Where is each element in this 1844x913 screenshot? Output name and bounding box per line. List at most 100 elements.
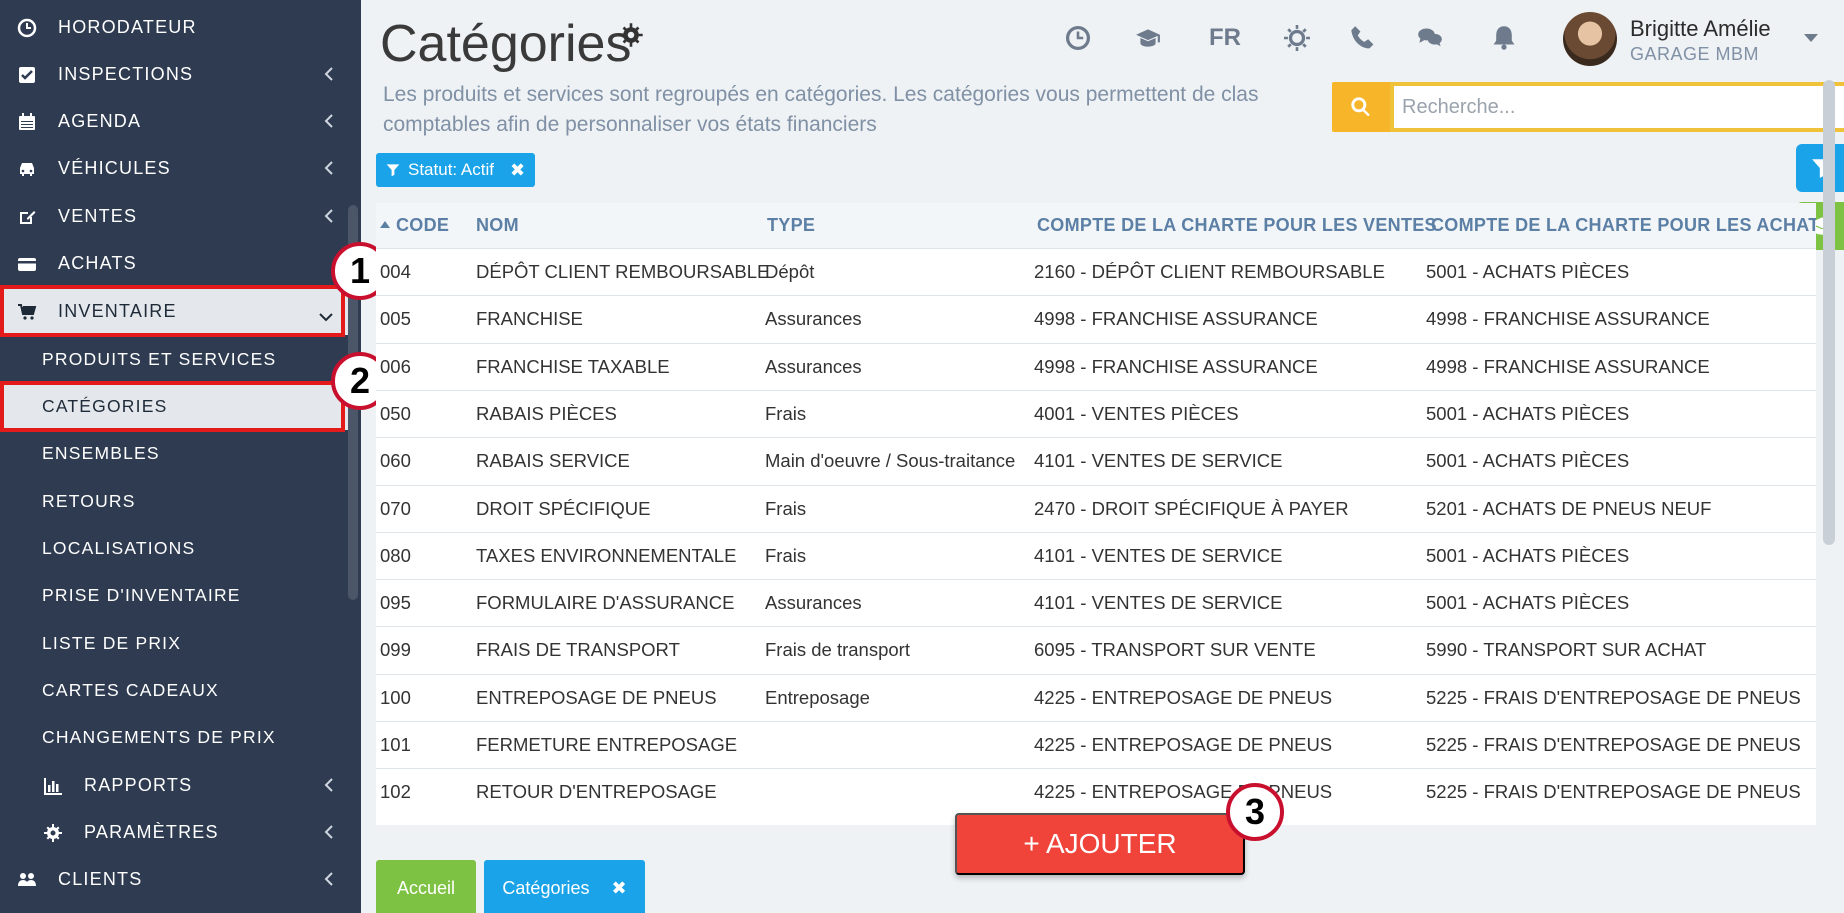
cell-compte-achats: 4998 - FRANCHISE ASSURANCE: [1426, 355, 1710, 377]
status-filter-chip[interactable]: Statut: Actif ✖: [376, 153, 536, 187]
column-header-nom[interactable]: NOM: [476, 215, 519, 236]
sidebar-item-label: RAPPORTS: [84, 775, 193, 795]
close-icon[interactable]: ✖: [611, 878, 626, 899]
search-input[interactable]: [1390, 82, 1844, 132]
cell-type: Assurances: [765, 592, 862, 614]
search-button[interactable]: [1332, 82, 1390, 132]
cell-compte-achats: 4998 - FRANCHISE ASSURANCE: [1426, 308, 1710, 330]
sidebar-item-parametres[interactable]: PARAMÈTRES: [0, 809, 352, 856]
sidebar-item-cartes-cadeaux[interactable]: CARTES CADEAUX: [0, 667, 352, 714]
cell-compte-achats: 5001 - ACHATS PIÈCES: [1426, 544, 1630, 566]
categories-table: CODE NOM TYPE COMPTE DE LA CHARTE POUR L…: [376, 203, 1816, 825]
language-selector[interactable]: FR: [1209, 24, 1241, 52]
table-row[interactable]: 004 DÉPÔT CLIENT REMBOURSABLE Dépôt 2160 - …: [376, 248, 1816, 295]
cell-compte-ventes: 6095 - TRANSPORT SUR VENTE: [1034, 639, 1316, 661]
sidebar-item-prise-inventaire[interactable]: PRISE D'INVENTAIRE: [0, 572, 352, 619]
table-row[interactable]: 095 FORMULAIRE D'ASSURANCE Assurances 4101 …: [376, 579, 1816, 626]
sidebar-item-label: RETOURS: [42, 491, 136, 511]
gear-icon[interactable]: [618, 22, 644, 48]
table-row[interactable]: 070 DROIT SPÉCIFIQUE Frais 2470 - DROIT SPÉ…: [376, 484, 1816, 532]
column-header-compte-achats[interactable]: COMPTE DE LA CHARTE POUR LES ACHAT: [1431, 215, 1816, 236]
cell-nom: RETOUR D'ENTREPOSAGE: [476, 781, 717, 803]
column-header-compte-ventes[interactable]: COMPTE DE LA CHARTE POUR LES VENTES: [1037, 215, 1437, 236]
bell-icon[interactable]: [1490, 24, 1518, 52]
chat-icon[interactable]: [1416, 24, 1444, 52]
cell-code: 070: [380, 497, 411, 519]
page-scrollbar[interactable]: [1823, 80, 1835, 545]
sidebar-item-label: CHANGEMENTS DE PRIX: [42, 727, 276, 747]
sidebar-item-label: ENSEMBLES: [42, 443, 160, 463]
sidebar-item-inspections[interactable]: INSPECTIONS: [0, 51, 352, 98]
sidebar-item-label: CLIENTS: [58, 869, 143, 889]
cell-code: 004: [380, 261, 411, 282]
sidebar-item-ensembles[interactable]: ENSEMBLES: [0, 430, 352, 477]
cell-nom: DROIT SPÉCIFIQUE: [476, 497, 651, 519]
sun-icon[interactable]: [1283, 24, 1311, 52]
table-row[interactable]: 101 FERMETURE ENTREPOSAGE 4225 - ENTREPOSA…: [376, 721, 1816, 768]
cell-nom: FORMULAIRE D'ASSURANCE: [476, 592, 735, 614]
table-row[interactable]: 102 RETOUR D'ENTREPOSAGE 4225 - ENTREPOSAG…: [376, 768, 1816, 815]
sidebar-item-localisations[interactable]: LOCALISATIONS: [0, 525, 352, 572]
sidebar-item-changements-prix[interactable]: CHANGEMENTS DE PRIX: [0, 714, 352, 761]
table-row[interactable]: 006 FRANCHISE TAXABLE Assurances 4998 - FRA…: [376, 342, 1816, 390]
table-row[interactable]: 100 ENTREPOSAGE DE PNEUS Entreposage 4225 -…: [376, 673, 1816, 721]
chevron-left-icon: [324, 65, 334, 83]
cell-compte-ventes: 4001 - VENTES PIÈCES: [1034, 402, 1239, 424]
table-header: CODE NOM TYPE COMPTE DE LA CHARTE POUR L…: [376, 203, 1816, 248]
add-button[interactable]: + AJOUTER: [955, 813, 1245, 875]
page-title: Catégories: [380, 15, 632, 73]
sidebar-item-clients[interactable]: CLIENTS: [0, 856, 352, 903]
table-row[interactable]: 099 FRAIS DE TRANSPORT Frais de transport 6…: [376, 626, 1816, 673]
tab-accueil[interactable]: Accueil: [376, 860, 476, 913]
annotation-badge-3: 3: [1226, 783, 1284, 841]
credit-card-icon: [16, 253, 38, 275]
cell-code: 005: [380, 308, 411, 330]
sidebar-item-label: PARAMÈTRES: [84, 822, 219, 842]
sidebar-item-label: VÉHICULES: [58, 158, 171, 178]
cell-code: 101: [380, 734, 411, 755]
sidebar-item-label: ACHATS: [58, 253, 137, 273]
column-header-code[interactable]: CODE: [380, 215, 449, 236]
sidebar-item-label: PRISE D'INVENTAIRE: [42, 585, 241, 605]
sidebar-item-rapports[interactable]: RAPPORTS: [0, 762, 352, 809]
caret-down-icon[interactable]: [1804, 34, 1818, 42]
page-description-line2: comptables afin de personnaliser vos éta…: [383, 113, 877, 136]
table-row[interactable]: 080 TAXES ENVIRONNEMENTALE Frais 4101 - VEN…: [376, 531, 1816, 579]
cell-type: Main d'oeuvre / Sous-traitance: [765, 450, 1016, 472]
tab-categories[interactable]: Catégories ✖: [484, 860, 645, 913]
cell-code: 102: [380, 781, 411, 803]
sidebar: HORODATEUR INSPECTIONS AGENDA VÉHICULES …: [0, 0, 361, 913]
sidebar-item-vehicules[interactable]: VÉHICULES: [0, 145, 352, 192]
filter-panel-button[interactable]: [1796, 144, 1844, 192]
user-name[interactable]: Brigitte Amélie: [1630, 16, 1771, 42]
close-icon[interactable]: ✖: [510, 160, 525, 181]
cell-code: 006: [380, 355, 411, 377]
graduation-cap-icon[interactable]: [1134, 24, 1162, 52]
cell-code: 099: [380, 639, 411, 661]
avatar[interactable]: [1563, 12, 1617, 66]
column-header-type[interactable]: TYPE: [767, 215, 815, 236]
sidebar-item-liste-prix[interactable]: LISTE DE PRIX: [0, 620, 352, 667]
table-row[interactable]: 005 FRANCHISE Assurances 4998 - FRANCHISE A…: [376, 295, 1816, 342]
cell-compte-achats: 5225 - FRAIS D'ENTREPOSAGE DE PNEUS: [1426, 686, 1801, 708]
clock-icon[interactable]: [1064, 24, 1092, 52]
sidebar-item-agenda[interactable]: AGENDA: [0, 98, 352, 145]
sidebar-item-achats[interactable]: ACHATS: [0, 240, 352, 287]
cell-type: Assurances: [765, 308, 862, 330]
cell-compte-achats: 5201 - ACHATS DE PNEUS NEUF: [1426, 497, 1712, 519]
sidebar-item-retours[interactable]: RETOURS: [0, 478, 352, 525]
sidebar-item-label: LISTE DE PRIX: [42, 633, 182, 653]
sidebar-item-produits-services[interactable]: PRODUITS ET SERVICES: [0, 336, 352, 383]
sidebar-item-horodateur[interactable]: HORODATEUR: [0, 4, 352, 51]
cell-nom: TAXES ENVIRONNEMENTALE: [476, 544, 737, 566]
chevron-left-icon: [324, 823, 334, 841]
cell-nom: ENTREPOSAGE DE PNEUS: [476, 686, 717, 708]
table-row[interactable]: 050 RABAIS PIÈCES Frais 4001 - VENTES PIÈCE…: [376, 389, 1816, 437]
phone-icon[interactable]: [1349, 24, 1377, 52]
table-row[interactable]: 060 RABAIS SERVICE Main d'oeuvre / Sous-tr…: [376, 437, 1816, 484]
cell-nom: FERMETURE ENTREPOSAGE: [476, 734, 738, 755]
cell-type: Frais: [765, 402, 807, 424]
cell-nom: FRAIS DE TRANSPORT: [476, 639, 680, 661]
cell-compte-ventes: 4101 - VENTES DE SERVICE: [1034, 450, 1283, 472]
sidebar-item-ventes[interactable]: VENTES: [0, 193, 352, 240]
